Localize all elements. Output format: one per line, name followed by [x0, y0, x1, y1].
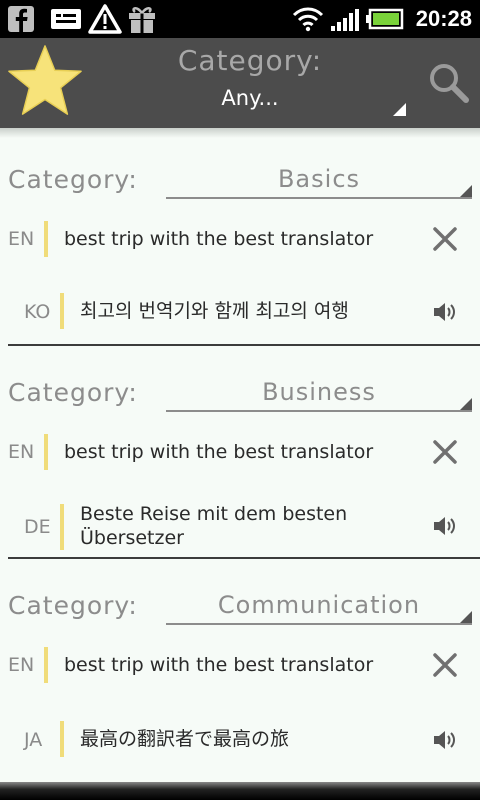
close-icon[interactable]	[430, 650, 460, 680]
target-text: 최고의 번역기와 함께 최고의 여행	[80, 300, 349, 322]
translation-entry: Category: Communication EN best trip wit…	[0, 591, 480, 800]
accent-bar	[44, 434, 48, 470]
signal-icon	[331, 9, 359, 31]
source-row[interactable]: EN best trip with the best translator	[0, 432, 480, 472]
favorites-star-icon[interactable]	[6, 42, 84, 120]
battery-icon	[366, 8, 404, 30]
target-text-line: Beste Reise mit dem besten	[80, 503, 348, 525]
clock: 20:28	[415, 6, 472, 31]
target-text: 最高の翻訳者で最高の旅	[80, 728, 290, 750]
category-label: Category:	[8, 378, 138, 407]
category-value: Communication	[217, 591, 421, 619]
translation-entry: Category: Basics EN best trip with the b…	[0, 165, 480, 378]
accent-bar	[44, 221, 48, 257]
target-text: Beste Reise mit dem besten Übersetzer	[80, 502, 347, 550]
accent-bar	[60, 504, 64, 550]
header-category-label: Category:	[177, 44, 323, 77]
source-row[interactable]: EN best trip with the best translator	[0, 219, 480, 259]
dropdown-triangle-icon	[460, 398, 472, 410]
category-dropdown[interactable]: Business	[166, 378, 472, 412]
close-icon[interactable]	[430, 224, 460, 254]
gift-icon	[129, 7, 155, 33]
facebook-icon	[8, 6, 34, 33]
dropdown-triangle-icon	[460, 611, 472, 623]
target-row[interactable]: DE Beste Reise mit dem besten Übersetzer	[0, 500, 480, 554]
bottom-bar	[0, 782, 480, 800]
header-shadow	[0, 128, 480, 138]
category-dropdown[interactable]: Basics	[166, 165, 472, 199]
target-text-line: Übersetzer	[80, 527, 184, 549]
category-value: Basics	[277, 165, 361, 193]
status-bar: 20:28	[0, 0, 480, 38]
accent-bar	[44, 647, 48, 683]
target-lang: DE	[24, 516, 51, 538]
source-lang: EN	[8, 654, 35, 676]
warning-icon	[88, 4, 122, 34]
entry-divider	[8, 557, 480, 559]
header-bar: Category: Any...	[0, 38, 480, 128]
speaker-icon[interactable]	[432, 300, 460, 324]
close-icon[interactable]	[430, 437, 460, 467]
message-icon	[51, 9, 81, 29]
speaker-icon[interactable]	[432, 514, 460, 538]
speaker-icon[interactable]	[432, 728, 460, 752]
source-lang: EN	[8, 441, 35, 463]
wifi-icon	[292, 7, 324, 32]
source-text: best trip with the best translator	[64, 228, 374, 250]
source-text: best trip with the best translator	[64, 654, 374, 676]
category-label: Category:	[8, 165, 138, 194]
accent-bar	[60, 721, 64, 757]
source-lang: EN	[8, 228, 35, 250]
target-lang: KO	[24, 301, 51, 323]
source-row[interactable]: EN best trip with the best translator	[0, 645, 480, 685]
dropdown-triangle-icon	[460, 185, 472, 197]
target-lang: JA	[24, 729, 43, 751]
source-text: best trip with the best translator	[64, 441, 374, 463]
search-icon[interactable]	[426, 60, 470, 104]
target-row[interactable]: KO 최고의 번역기와 함께 최고의 여행	[0, 291, 480, 331]
header-category-dropdown[interactable]: Any...	[190, 80, 410, 122]
accent-bar	[60, 293, 64, 329]
category-value: Business	[262, 378, 376, 406]
category-dropdown[interactable]: Communication	[166, 591, 472, 625]
entry-divider	[8, 344, 480, 346]
translation-entry: Category: Business EN best trip with the…	[0, 378, 480, 591]
header-category-value: Any...	[221, 86, 279, 110]
dropdown-triangle-icon	[393, 103, 406, 116]
category-label: Category:	[8, 591, 138, 620]
target-row[interactable]: JA 最高の翻訳者で最高の旅	[0, 719, 480, 759]
